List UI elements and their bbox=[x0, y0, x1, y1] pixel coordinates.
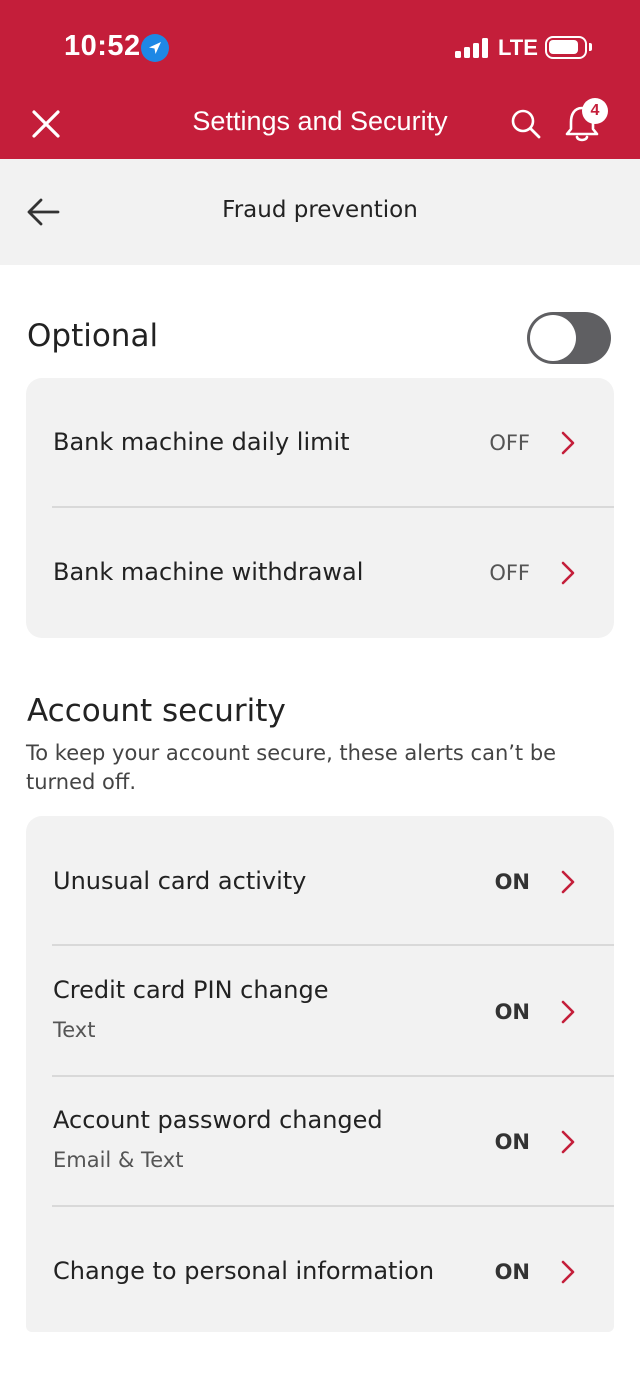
signal-bars-icon bbox=[455, 38, 489, 58]
search-icon[interactable] bbox=[506, 104, 546, 144]
alert-label: Credit card PIN change bbox=[53, 976, 329, 1004]
alert-row-unusual-card-activity[interactable]: Unusual card activity ON bbox=[26, 816, 614, 945]
chevron-right-icon bbox=[561, 1260, 575, 1284]
app-header: 10:52 LTE Settings and Security 4 bbox=[0, 0, 640, 159]
page-title: Fraud prevention bbox=[222, 197, 418, 223]
chevron-right-icon bbox=[561, 431, 575, 455]
alert-row-credit-card-pin-change[interactable]: Credit card PIN change Text ON bbox=[26, 946, 614, 1075]
alert-label: Account password changed bbox=[53, 1106, 383, 1134]
optional-alerts-card: Bank machine daily limit OFF Bank machin… bbox=[26, 378, 614, 638]
alert-label: Change to personal information bbox=[53, 1257, 435, 1285]
alert-status: OFF bbox=[489, 431, 530, 455]
account-security-section-title: Account security bbox=[27, 693, 286, 729]
chevron-right-icon bbox=[561, 561, 575, 585]
alert-channel: Text bbox=[53, 1018, 96, 1042]
alert-status: ON bbox=[494, 1130, 530, 1154]
status-time: 10:52 bbox=[64, 30, 141, 62]
battery-icon bbox=[545, 36, 592, 59]
optional-section-title: Optional bbox=[27, 318, 159, 354]
location-arrow-icon bbox=[141, 34, 169, 62]
network-type: LTE bbox=[498, 35, 538, 60]
alert-status: ON bbox=[494, 1000, 530, 1024]
alert-row-bank-machine-daily-limit[interactable]: Bank machine daily limit OFF bbox=[26, 378, 614, 507]
alert-status: OFF bbox=[489, 561, 530, 585]
optional-alerts-toggle[interactable] bbox=[527, 312, 611, 364]
account-security-card: Unusual card activity ON Credit card PIN… bbox=[26, 816, 614, 1332]
notification-badge: 4 bbox=[582, 98, 608, 124]
alert-status: ON bbox=[494, 870, 530, 894]
header-nav: Settings and Security bbox=[0, 92, 640, 159]
alert-row-account-password-changed[interactable]: Account password changed Email & Text ON bbox=[26, 1077, 614, 1206]
page-subheader: Fraud prevention bbox=[0, 159, 640, 265]
alert-channel: Email & Text bbox=[53, 1148, 184, 1172]
alert-label: Unusual card activity bbox=[53, 867, 307, 895]
alert-label: Bank machine withdrawal bbox=[53, 558, 364, 586]
chevron-right-icon bbox=[561, 1130, 575, 1154]
close-icon[interactable] bbox=[26, 104, 66, 144]
account-security-description: To keep your account secure, these alert… bbox=[26, 741, 557, 794]
toggle-knob bbox=[530, 315, 576, 361]
status-bar: 10:52 LTE bbox=[0, 0, 640, 92]
alert-row-bank-machine-withdrawal[interactable]: Bank machine withdrawal OFF bbox=[26, 508, 614, 638]
chevron-right-icon bbox=[561, 1000, 575, 1024]
chevron-right-icon bbox=[561, 870, 575, 894]
alert-row-change-to-personal-information[interactable]: Change to personal information ON bbox=[26, 1207, 614, 1332]
alert-status: ON bbox=[494, 1260, 530, 1284]
alert-label: Bank machine daily limit bbox=[53, 428, 350, 456]
